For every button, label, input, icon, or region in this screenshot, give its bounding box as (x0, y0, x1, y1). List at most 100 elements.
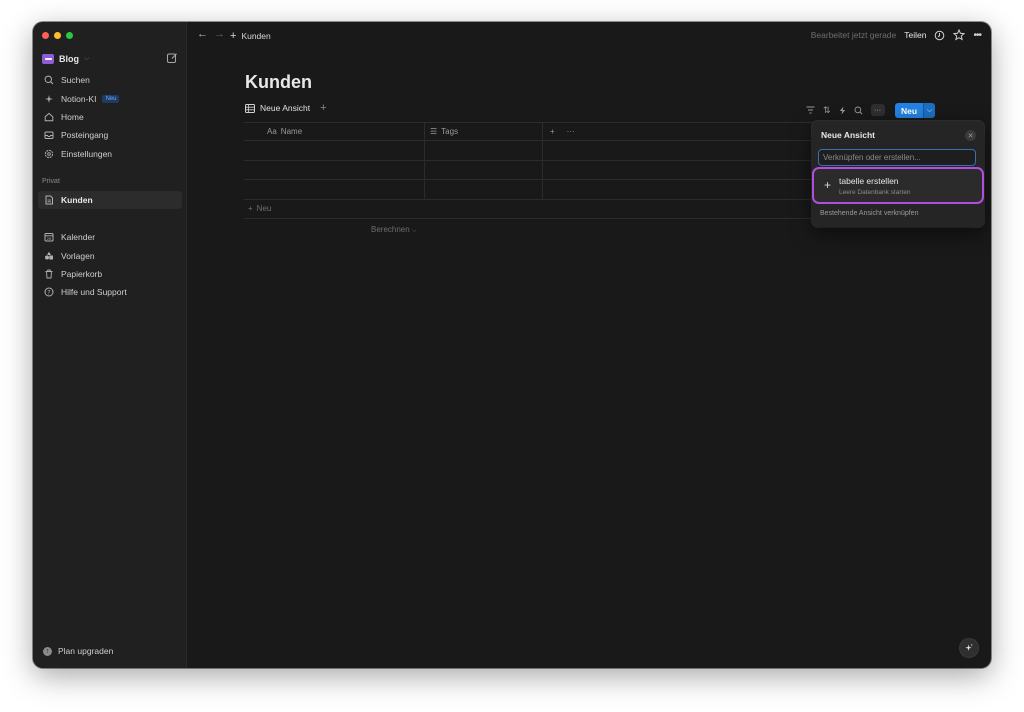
table-cell[interactable] (425, 180, 543, 199)
home-icon (43, 111, 55, 123)
chevron-down-icon: ⌵ (411, 228, 417, 234)
app-window: Blog ⌵ Suchen Notion-KI Neu Home Postein… (33, 22, 991, 668)
sidebar-item-label: Notion-KI (61, 93, 97, 104)
upgrade-plan-button[interactable]: ↑ Plan upgraden (43, 646, 113, 656)
column-more-button[interactable]: ··· (567, 127, 575, 136)
sidebar-item-label: Hilfe und Support (61, 287, 127, 298)
minimize-window-button[interactable] (54, 32, 61, 39)
create-table-option[interactable]: + tabelle erstellen Leere Datenbank star… (812, 167, 984, 204)
chevron-down-icon: ⌵ (84, 55, 90, 62)
sparkle-icon (964, 643, 974, 653)
new-badge: Neu (102, 94, 120, 103)
plus-icon: + (230, 30, 237, 42)
option-subtitle: Leere Datenbank starten (839, 189, 911, 196)
section-label-private: Privat (42, 178, 60, 185)
table-cell[interactable] (244, 141, 425, 160)
chevron-down-icon[interactable]: ⌵ (923, 103, 936, 118)
history-clock-icon[interactable] (934, 30, 945, 41)
new-row-label: Neu (256, 204, 272, 213)
sidebar-item-notion-ai[interactable]: Notion-KI Neu (38, 89, 182, 107)
sidebar-item-settings[interactable]: Einstellungen (38, 145, 182, 163)
sidebar-item-label: Papierkorb (61, 268, 103, 279)
automation-bolt-icon[interactable] (839, 106, 846, 115)
svg-text:26: 26 (47, 237, 51, 241)
calendar-icon: 26 (43, 231, 55, 243)
search-icon[interactable] (854, 106, 863, 115)
filter-icon[interactable] (806, 106, 815, 114)
sidebar-main-nav: Suchen Notion-KI Neu Home Posteingang Ei… (38, 71, 182, 163)
templates-icon (43, 250, 55, 262)
option-title: tabelle erstellen (839, 176, 899, 186)
input-placeholder: Verknüpfen oder erstellen... (823, 153, 921, 162)
database-toolbar: ⇅ ··· (806, 104, 885, 116)
column-header-name[interactable]: Aa Name (244, 122, 425, 140)
sparkle-icon (43, 93, 55, 105)
upgrade-icon: ↑ (43, 646, 52, 656)
zoom-window-button[interactable] (66, 32, 73, 39)
upgrade-label: Plan upgraden (58, 646, 114, 656)
sidebar-item-trash[interactable]: Papierkorb (38, 265, 182, 283)
history-nav: ← → (197, 28, 225, 40)
close-window-button[interactable] (42, 32, 49, 39)
column-header-tags[interactable]: ☰ Tags (425, 122, 543, 140)
sidebar-item-label: Vorlagen (61, 250, 95, 261)
gear-icon (43, 148, 55, 160)
sidebar-item-help[interactable]: ? Hilfe und Support (38, 283, 182, 301)
table-cell[interactable] (425, 141, 543, 160)
text-type-icon: Aa (267, 126, 277, 136)
new-page-icon[interactable] (166, 52, 178, 64)
list-type-icon: ☰ (430, 126, 438, 136)
new-entry-button[interactable]: Neu ⌵ (895, 103, 936, 118)
sidebar: Blog ⌵ Suchen Notion-KI Neu Home Postein… (33, 22, 187, 668)
sidebar-item-calendar[interactable]: 26 Kalender (38, 228, 182, 246)
workspace-switcher[interactable]: Blog ⌵ (42, 52, 89, 66)
sidebar-item-inbox[interactable]: Posteingang (38, 126, 182, 144)
table-view-icon (245, 103, 255, 113)
tab-neue-ansicht[interactable]: Neue Ansicht (260, 103, 310, 113)
share-button[interactable]: Teilen (904, 30, 926, 40)
add-column-button[interactable]: + (550, 127, 555, 136)
help-icon: ? (43, 286, 55, 298)
table-cell[interactable] (244, 180, 425, 199)
add-view-button[interactable]: + (320, 102, 326, 114)
favorite-star-icon[interactable] (953, 29, 966, 41)
sidebar-private-nav: Kunden (38, 191, 182, 210)
sort-icon[interactable]: ⇅ (823, 105, 831, 116)
sidebar-item-label: Home (61, 111, 84, 122)
more-options-icon[interactable]: ··· (870, 104, 885, 116)
table-cell[interactable] (425, 160, 543, 179)
table-cell[interactable] (244, 160, 425, 179)
calculate-label: Berechnen (371, 225, 410, 234)
inbox-icon (43, 129, 55, 141)
sidebar-item-label: Posteingang (61, 130, 109, 141)
link-or-create-input[interactable]: Verknüpfen oder erstellen... (818, 149, 976, 166)
sidebar-item-search[interactable]: Suchen (38, 71, 182, 89)
page-icon (43, 194, 55, 206)
new-entry-label[interactable]: Neu (895, 103, 924, 118)
sidebar-item-kunden[interactable]: Kunden (38, 191, 182, 210)
breadcrumb[interactable]: + Kunden (230, 30, 271, 42)
sidebar-item-home[interactable]: Home (38, 108, 182, 126)
workspace-name: Blog (59, 54, 79, 64)
forward-arrow-icon[interactable]: → (214, 28, 225, 40)
ai-assistant-button[interactable] (960, 639, 978, 657)
search-icon (43, 74, 55, 86)
back-arrow-icon[interactable]: ← (197, 28, 208, 40)
workspace-logo-icon (42, 54, 54, 64)
plus-icon: + (824, 178, 832, 192)
sidebar-item-templates[interactable]: Vorlagen (38, 246, 182, 264)
popover-title: Neue Ansicht (821, 130, 876, 140)
view-tabs: Neue Ansicht + (245, 102, 327, 114)
breadcrumb-page: Kunden (241, 31, 271, 41)
more-options-icon[interactable]: ••• (973, 30, 981, 41)
topbar-actions: Bearbeitet jetzt gerade Teilen ••• (811, 29, 982, 41)
close-icon[interactable]: ✕ (965, 130, 976, 141)
new-view-popover: Neue Ansicht ✕ Verknüpfen oder erstellen… (812, 121, 984, 227)
calculate-button[interactable]: Berechnen ⌵ (371, 225, 417, 235)
sidebar-item-label: Kalender (61, 232, 96, 243)
page-title[interactable]: Kunden (245, 72, 312, 93)
link-existing-view-button[interactable]: Bestehende Ansicht verknüpfen (820, 210, 918, 217)
sidebar-bottom-nav: 26 Kalender Vorlagen Papierkorb ? Hilfe … (38, 228, 182, 302)
sidebar-item-label: Suchen (61, 75, 90, 86)
svg-text:?: ? (47, 290, 50, 297)
